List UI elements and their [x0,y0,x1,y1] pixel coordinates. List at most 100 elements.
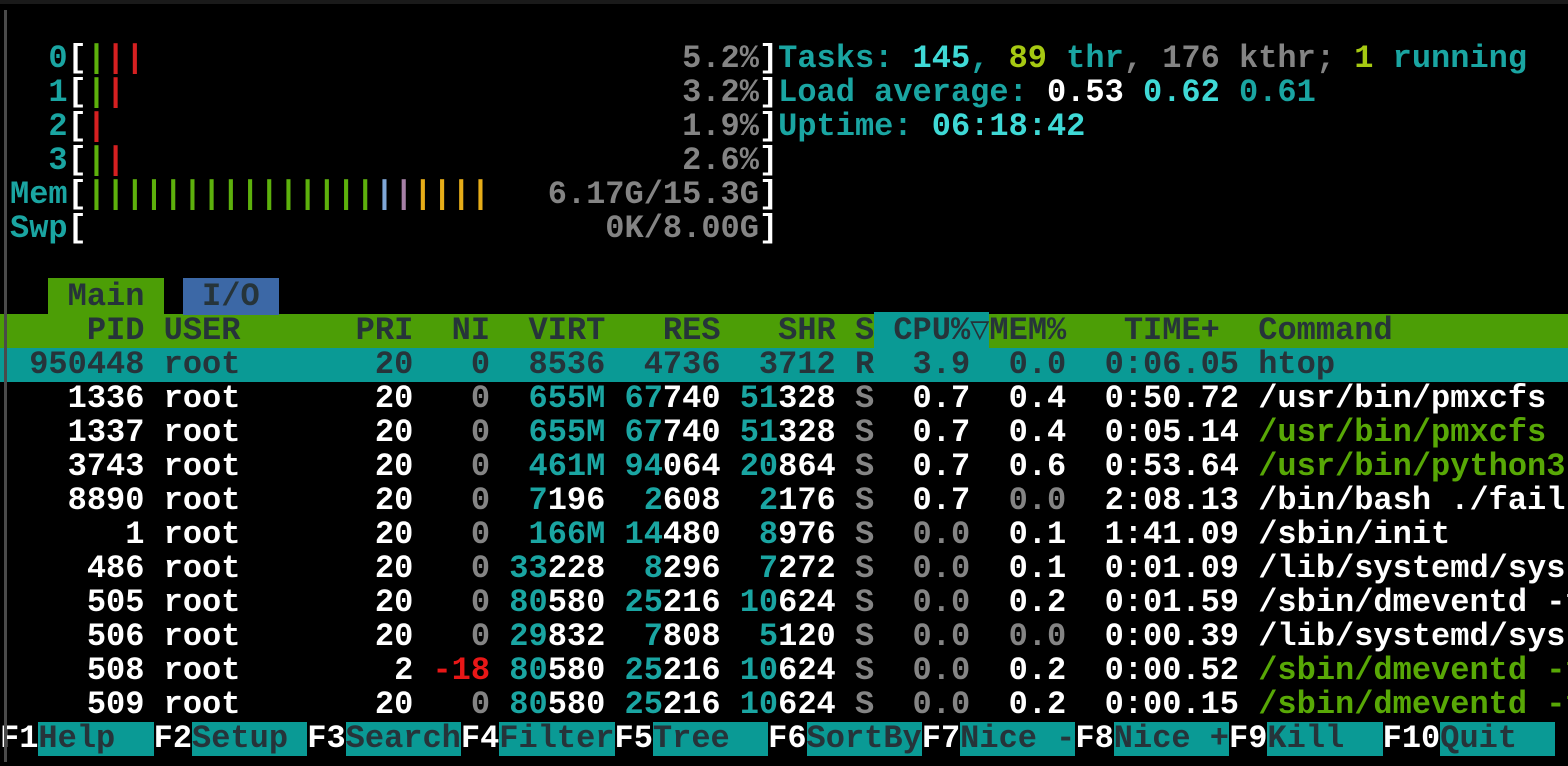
column-header-ni[interactable]: NI [432,312,490,349]
cell-user: root [164,618,337,655]
cell-pri: 20 [356,618,414,655]
fkey-f9-kill[interactable]: F9Kill [1229,722,1383,756]
meter-fill [125,142,682,179]
process-row[interactable]: 1 root 20 0 166M 14480 8976 S 0.0 0.1 1:… [0,518,1568,552]
cell-cpu: 0.7 [893,414,970,451]
cell-cpu: 0.7 [893,380,970,417]
column-header-s[interactable]: S [855,312,874,349]
fkey-f3-search[interactable]: F3Search [307,722,461,756]
cpu-meter-2: 2[| 1.9%]Uptime: 06:18:42 [0,110,1568,144]
cell-user: root [164,516,337,553]
cell-state: S [855,652,874,689]
cell-pid: 3743 [10,448,144,485]
meter-label: Mem [10,176,68,213]
column-header-pid[interactable]: PID [10,312,144,349]
column-header-time[interactable]: TIME+ [1085,312,1239,349]
column-header-res[interactable]: RES [625,312,721,349]
cell-time: 0:00.52 [1085,652,1239,689]
tab-io[interactable]: I/O [183,278,279,315]
cell-pid: 8890 [10,482,144,519]
cell-time: 0:01.59 [1085,584,1239,621]
process-row[interactable]: 506 root 20 0 29832 7808 5120 S 0.0 0.0 … [0,620,1568,654]
cell-pri: 2 [356,652,414,689]
tab-main[interactable]: Main [48,278,163,315]
cell-virt: 7196 [509,482,605,519]
fkey-label: Nice - [960,722,1075,756]
meter-bar-tick: | [394,176,413,213]
fkey-f1-help[interactable]: F1Help [0,722,154,756]
cell-command: /sbin/dmeventd -f [1258,584,1568,621]
column-header-virt[interactable]: VIRT [509,312,605,349]
meter-bar-tick: | [240,176,259,213]
cell-state: S [855,686,874,723]
cell-virt: 8536 [509,346,605,383]
cell-ni: 0 [432,618,490,655]
cell-ni: 0 [432,516,490,553]
meter-bracket-open: [ [68,142,87,179]
meter-value: 6.17G/15.3G [548,176,759,213]
fkey-number: F10 [1383,722,1441,756]
cell-virt: 461M [509,448,605,485]
tab-bar: Main I/O [0,280,1568,314]
cell-res: 25216 [625,584,721,621]
cell-res: 8296 [625,550,721,587]
meter-bars: ||||||||||||||||||||| [87,176,490,213]
process-row[interactable]: 486 root 20 0 33228 8296 7272 S 0.0 0.1 … [0,552,1568,586]
process-row[interactable]: 505 root 20 0 80580 25216 10624 S 0.0 0.… [0,586,1568,620]
cell-shr: 20864 [740,448,836,485]
process-row[interactable]: 509 root 20 0 80580 25216 10624 S 0.0 0.… [0,688,1568,722]
process-row[interactable]: 508 root 2 -18 80580 25216 10624 S 0.0 0… [0,654,1568,688]
cell-mem: 0.0 [989,618,1066,655]
fkey-number: F8 [1075,722,1113,756]
cell-command: /sbin/dmeventd -f [1258,652,1568,689]
window-left-edge [4,10,7,762]
process-row[interactable]: 1336 root 20 0 655M 67740 51328 S 0.7 0.… [0,382,1568,416]
fkey-f8-nice[interactable]: F8Nice + [1075,722,1229,756]
fkey-label: Nice + [1114,722,1229,756]
cell-pri: 20 [356,584,414,621]
cell-mem: 0.1 [989,516,1066,553]
process-row-selected[interactable]: 950448 root 20 0 8536 4736 3712 R 3.9 0.… [0,348,1568,382]
cell-ni: 0 [432,686,490,723]
cell-state: S [855,516,874,553]
meter-bar-tick: | [106,74,125,111]
fkey-f10-quit[interactable]: F10Quit [1383,722,1556,756]
cell-pid: 505 [10,584,144,621]
column-header-mem[interactable]: MEM% [989,312,1066,349]
fkey-f6-sortby[interactable]: F6SortBy [768,722,922,756]
cell-pri: 20 [356,686,414,723]
column-header-user[interactable]: USER [164,312,337,349]
cell-mem: 0.4 [989,380,1066,417]
cell-shr: 10624 [740,652,836,689]
fkey-f7-nice[interactable]: F7Nice - [922,722,1076,756]
meter-label: 0 [10,40,68,77]
column-header-cmd[interactable]: Command [1258,312,1392,349]
meter-label: 2 [10,108,68,145]
fkey-f2-setup[interactable]: F2Setup [154,722,308,756]
meter-bars: || [87,142,125,179]
process-row[interactable]: 1337 root 20 0 655M 67740 51328 S 0.7 0.… [0,416,1568,450]
column-header-pri[interactable]: PRI [356,312,414,349]
cell-shr: 8976 [740,516,836,553]
cell-pid: 1336 [10,380,144,417]
meter-bracket-open: [ [68,210,87,247]
column-header-shr[interactable]: SHR [740,312,836,349]
cell-user: root [164,652,337,689]
cell-pri: 20 [356,414,414,451]
fkey-label: SortBy [807,722,922,756]
cell-mem: 0.4 [989,414,1066,451]
fkey-number: F3 [307,722,345,756]
fkey-f5-tree[interactable]: F5Tree [615,722,769,756]
cell-pid: 509 [10,686,144,723]
cell-res: 67740 [625,380,721,417]
meter-fill [125,74,682,111]
cell-cpu: 0.0 [893,652,970,689]
cell-virt: 80580 [509,584,605,621]
process-row[interactable]: 3743 root 20 0 461M 94064 20864 S 0.7 0.… [0,450,1568,484]
process-row[interactable]: 8890 root 20 0 7196 2608 2176 S 0.7 0.0 … [0,484,1568,518]
sort-column-header-cpu[interactable]: CPU%▽ [874,312,989,349]
cell-res: 2608 [625,482,721,519]
meter-bar-tick: | [106,40,125,77]
fkey-f4-filter[interactable]: F4Filter [461,722,615,756]
function-key-bar: F1Help F2Setup F3SearchF4FilterF5Tree F6… [0,722,1568,756]
